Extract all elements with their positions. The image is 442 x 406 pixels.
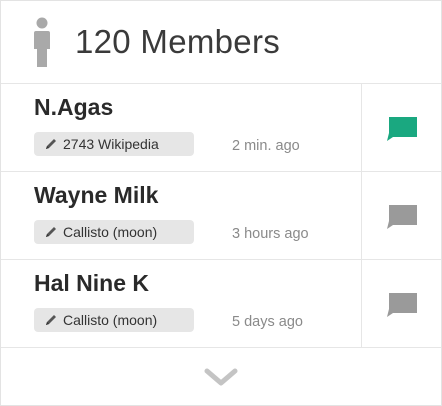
page-title: 120 Members [75, 23, 281, 60]
member-name[interactable]: Wayne Milk [34, 182, 158, 209]
chat-icon [386, 204, 417, 229]
list-item: Hal Nine K Callisto (moon) 5 days ago [1, 260, 441, 348]
pencil-icon [46, 227, 56, 237]
chat-button[interactable] [362, 84, 441, 171]
chat-button[interactable] [362, 172, 441, 259]
member-info: Wayne Milk Callisto (moon) 3 hours ago [1, 172, 362, 259]
member-name[interactable]: Hal Nine K [34, 270, 149, 297]
member-info: N.Agas 2743 Wikipedia 2 min. ago [1, 84, 362, 171]
list-item: N.Agas 2743 Wikipedia 2 min. ago [1, 84, 441, 172]
member-tag[interactable]: 2743 Wikipedia [34, 132, 194, 156]
member-tag[interactable]: Callisto (moon) [34, 220, 194, 244]
chat-icon [386, 116, 417, 141]
member-info: Hal Nine K Callisto (moon) 5 days ago [1, 260, 362, 347]
load-more-button[interactable] [1, 348, 441, 406]
members-panel: 120 Members N.Agas 2743 Wikipedia 2 min.… [0, 0, 442, 406]
member-timestamp: 5 days ago [232, 314, 303, 330]
person-icon [34, 17, 50, 67]
member-tag-label: Callisto (moon) [63, 224, 158, 240]
chevron-down-icon [204, 368, 238, 386]
chat-button[interactable] [362, 260, 441, 347]
member-tag-label: 2743 Wikipedia [63, 136, 159, 152]
member-timestamp: 2 min. ago [232, 138, 300, 154]
member-timestamp: 3 hours ago [232, 226, 309, 242]
list-item: Wayne Milk Callisto (moon) 3 hours ago [1, 172, 441, 260]
member-tag-label: Callisto (moon) [63, 312, 158, 328]
chat-icon [386, 292, 417, 317]
pencil-icon [46, 139, 56, 149]
members-header: 120 Members [1, 1, 441, 84]
member-name[interactable]: N.Agas [34, 94, 113, 121]
pencil-icon [46, 315, 56, 325]
member-tag[interactable]: Callisto (moon) [34, 308, 194, 332]
